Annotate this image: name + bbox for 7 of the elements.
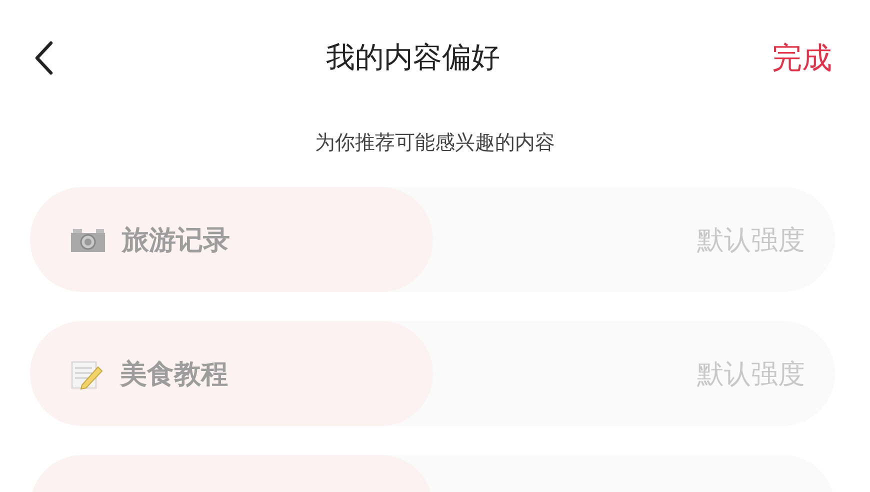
preference-label: 美食教程 — [120, 358, 228, 392]
camera-icon — [70, 226, 106, 252]
back-icon[interactable] — [34, 41, 54, 75]
done-button[interactable]: 完成 — [772, 38, 832, 78]
preference-label: 旅游记录 — [122, 224, 230, 258]
subtitle: 为你推荐可能感兴趣的内容 — [314, 129, 556, 156]
page-title: 我的内容偏好 — [325, 39, 501, 76]
